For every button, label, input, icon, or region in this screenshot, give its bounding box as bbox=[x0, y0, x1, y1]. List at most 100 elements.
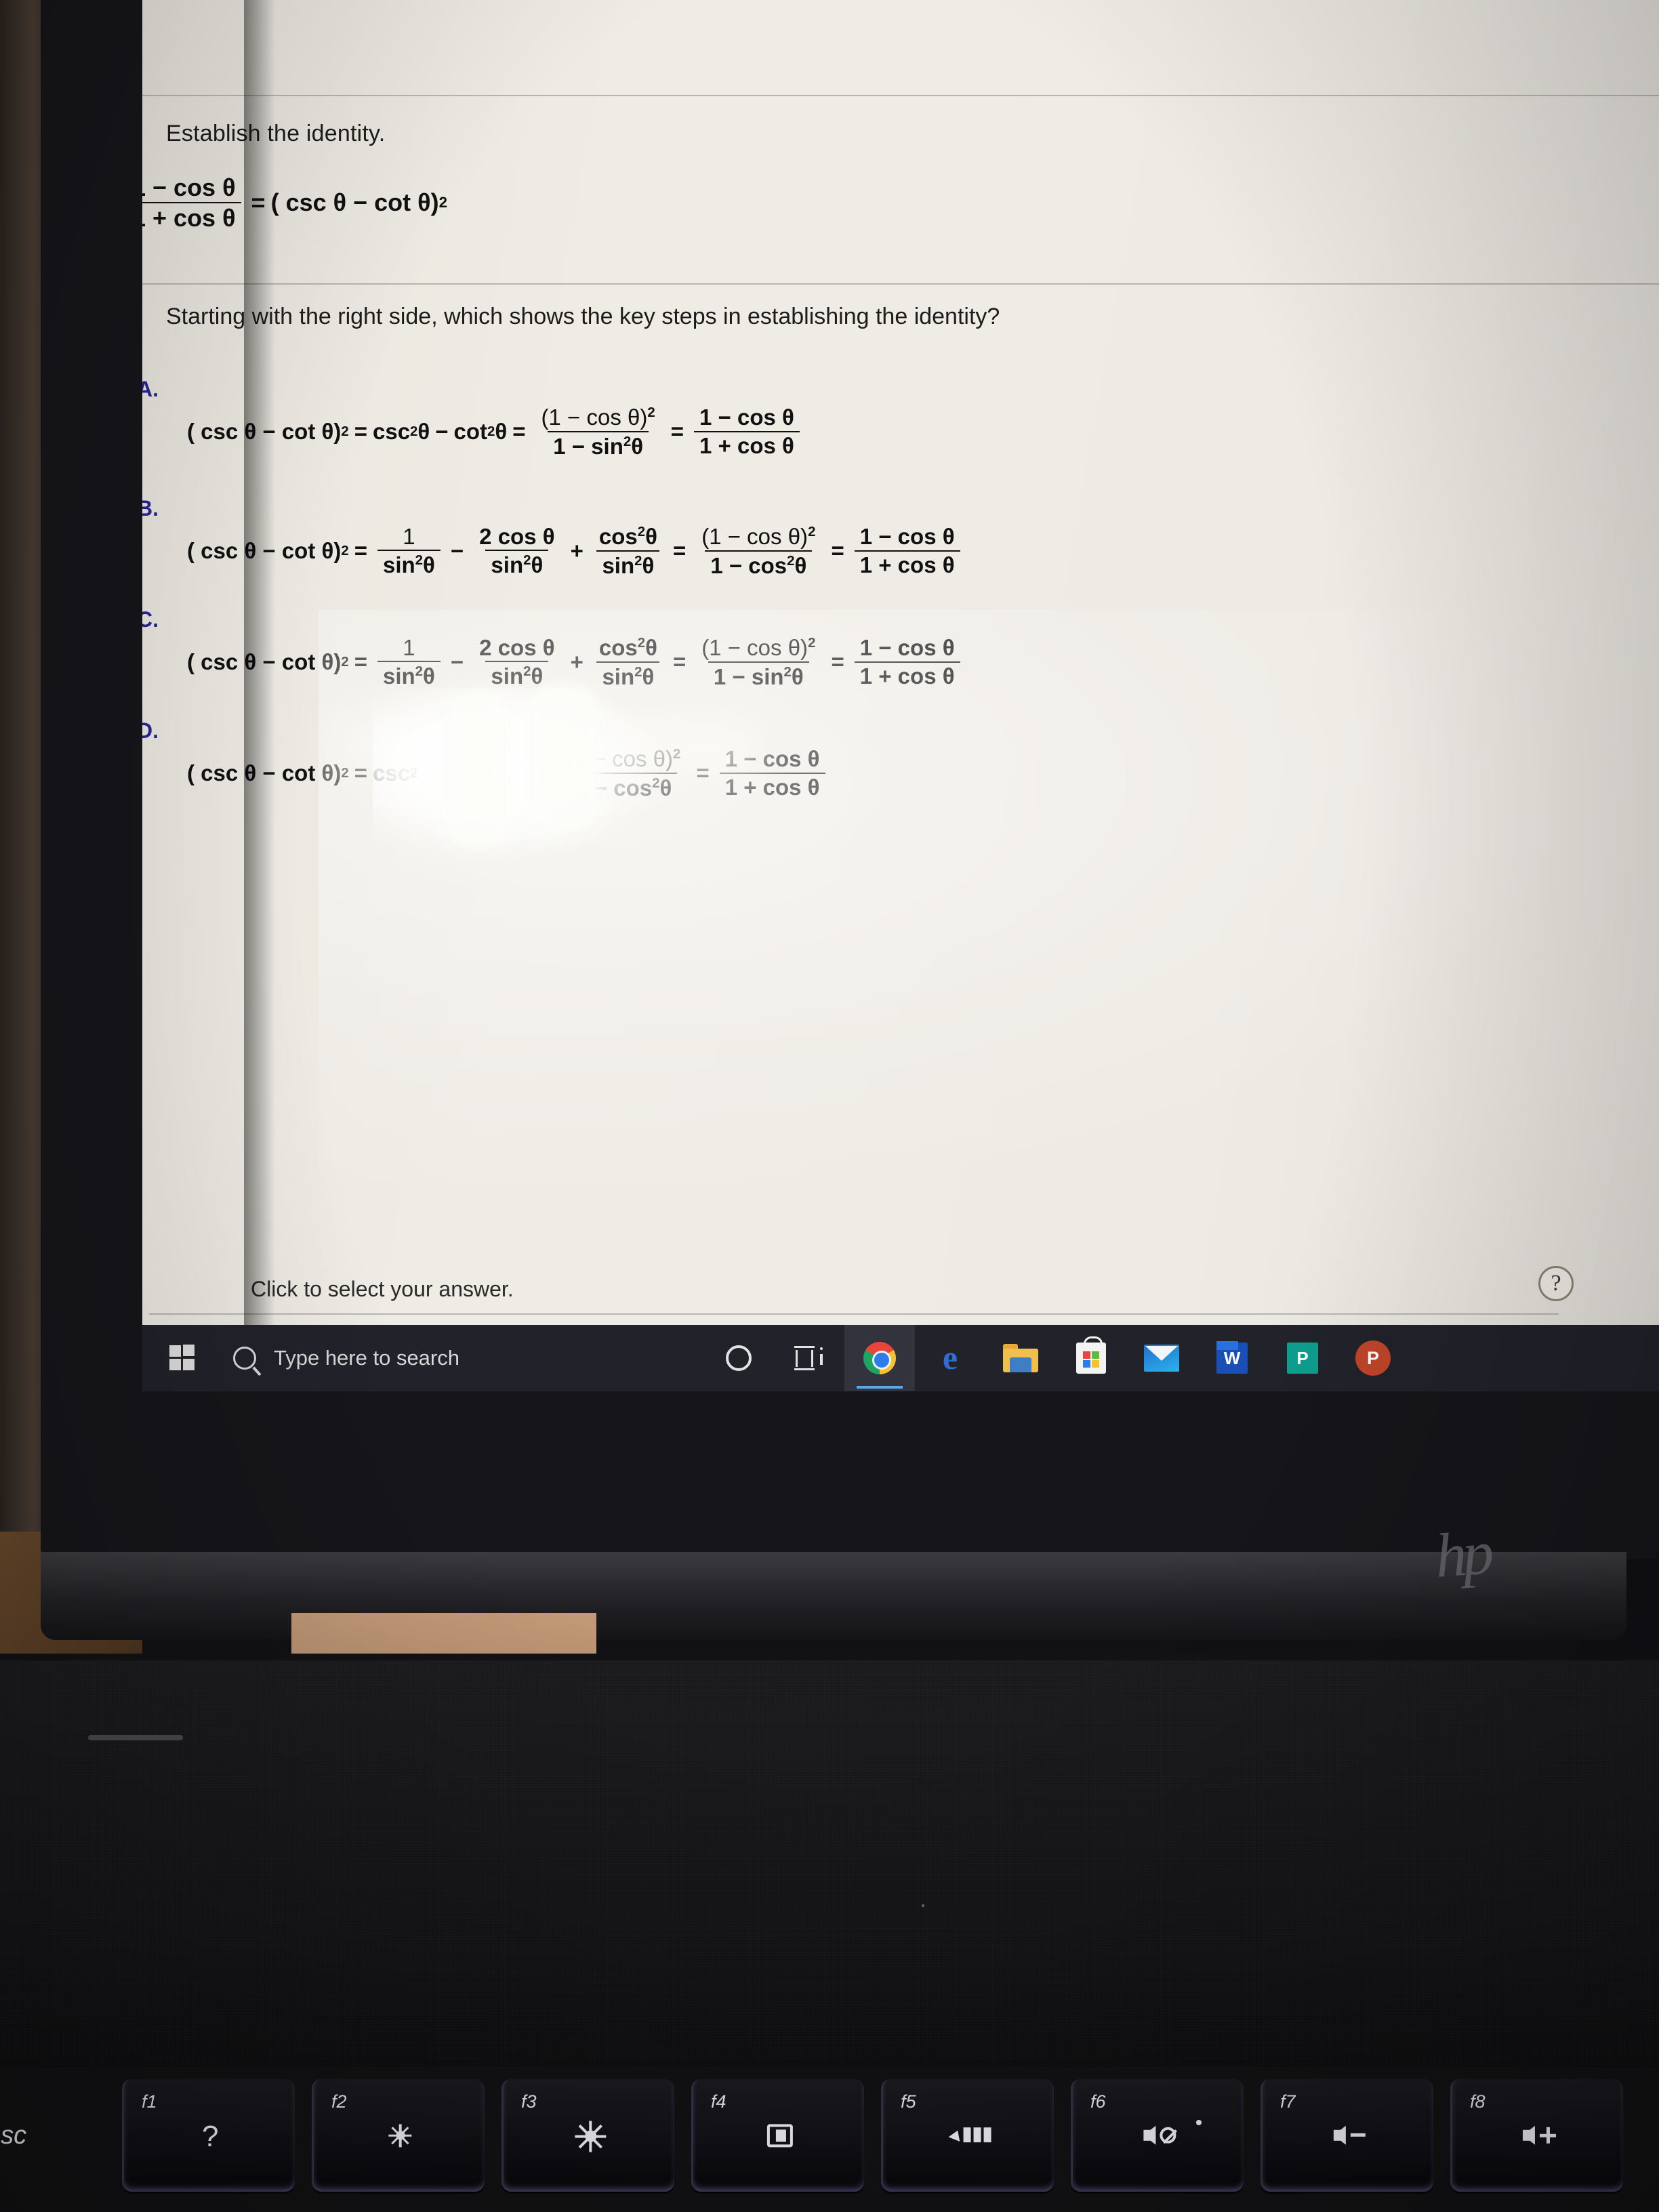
a-fraction-2: 1 − cos θ 1 + cos θ bbox=[694, 405, 800, 458]
d-f1-num: (1 − cos θ) bbox=[567, 746, 674, 771]
c-f2-num: 1 − cos θ bbox=[859, 635, 955, 660]
c-fc-den: sin bbox=[602, 663, 635, 689]
key-f6[interactable]: f6 bbox=[1071, 2079, 1244, 2192]
c-f1-num: (1 − cos θ) bbox=[701, 635, 808, 660]
option-c-letter: C. bbox=[142, 607, 159, 632]
b-fc-den-exp: 2 bbox=[634, 552, 642, 569]
c-fc-num-var: θ bbox=[645, 635, 657, 660]
a-f2-num: 1 − cos θ bbox=[699, 405, 794, 430]
a-f1-num: (1 − cos θ) bbox=[541, 405, 648, 430]
identity-denominator: 1 + cos θ bbox=[142, 201, 241, 231]
d-eq1: = bbox=[354, 760, 367, 786]
key-f3-label: f3 bbox=[521, 2091, 537, 2112]
b-head-exp: 2 bbox=[341, 543, 349, 559]
d-f2-den: 1 + cos θ bbox=[719, 772, 825, 800]
c-fraction-a: 1 sin2θ bbox=[377, 636, 441, 689]
b-f2-den: 1 + cos θ bbox=[854, 550, 960, 577]
key-f8[interactable]: f8 bbox=[1450, 2079, 1623, 2192]
option-d-equation: ( csc θ − cot θ)2 = csc2 cot = (1 − cos … bbox=[187, 747, 830, 800]
help-button[interactable]: ? bbox=[1538, 1266, 1574, 1301]
c-fa-den-var: θ bbox=[423, 663, 435, 689]
d-term-obscured: cot bbox=[459, 760, 493, 786]
start-button[interactable] bbox=[142, 1345, 224, 1372]
b-fa-den-exp: 2 bbox=[415, 552, 424, 569]
c-f2-den: 1 + cos θ bbox=[854, 661, 960, 689]
display-left-shadow bbox=[244, 0, 275, 1325]
powerpoint-online-button[interactable]: P bbox=[1338, 1325, 1408, 1391]
task-view-icon bbox=[794, 1346, 824, 1370]
file-explorer-icon bbox=[1003, 1344, 1038, 1372]
a-term1-exp: 2 bbox=[410, 424, 418, 440]
key-f4[interactable]: f4 bbox=[691, 2079, 864, 2192]
a-head-exp: 2 bbox=[341, 424, 349, 440]
a-eq1: = bbox=[354, 419, 367, 445]
b-fc-den: sin bbox=[602, 552, 635, 578]
edge-taskbar-button[interactable]: e bbox=[915, 1325, 985, 1391]
a-f2-den: 1 + cos θ bbox=[694, 430, 800, 458]
b-fa-num: 1 bbox=[403, 523, 415, 549]
help-question-icon: ? bbox=[201, 2119, 219, 2153]
c-eq3: = bbox=[831, 649, 844, 675]
b-f1-den-var: θ bbox=[794, 552, 807, 578]
laptop-palmrest bbox=[0, 1660, 1659, 2067]
c-fc-den-exp: 2 bbox=[634, 663, 642, 680]
d-fraction-1: (1 − cos θ)2 1 − cos2θ bbox=[561, 747, 686, 800]
task-view-button[interactable] bbox=[774, 1325, 844, 1391]
brightness-up-icon bbox=[575, 2121, 607, 2152]
volume-down-icon bbox=[1333, 2125, 1366, 2145]
file-explorer-button[interactable] bbox=[985, 1325, 1056, 1391]
b-f1-den-exp: 2 bbox=[787, 552, 795, 569]
a-term2-exp: 2 bbox=[487, 424, 495, 440]
windows-taskbar: Type here to search e W P P bbox=[142, 1325, 1659, 1391]
c-f1-num-exp: 2 bbox=[808, 635, 816, 651]
chrome-taskbar-button[interactable] bbox=[844, 1325, 915, 1391]
powerpoint-button[interactable]: P bbox=[1267, 1325, 1338, 1391]
option-a-equation: ( csc θ − cot θ)2 = csc2θ − cot2θ = (1 −… bbox=[187, 405, 804, 458]
b-fc-num-var: θ bbox=[645, 524, 657, 549]
c-fb-den-exp: 2 bbox=[523, 663, 531, 680]
b-fb-den-var: θ bbox=[531, 552, 544, 578]
a-term2-var: θ bbox=[495, 419, 508, 445]
c-fraction-2: 1 − cos θ 1 + cos θ bbox=[854, 635, 960, 689]
option-b-equation: ( csc θ − cot θ)2 = 1 sin2θ − 2 cos θ si… bbox=[187, 525, 965, 577]
homework-page: Establish the identity. 1 − cos θ 1 + co… bbox=[142, 0, 1659, 1315]
c-f1-den: 1 − sin bbox=[713, 663, 784, 689]
identity-right-side: ( csc θ − cot θ) bbox=[270, 188, 439, 217]
key-f1[interactable]: f1 ? bbox=[122, 2079, 295, 2192]
laptop-lid-bottom bbox=[41, 1552, 1626, 1640]
taskbar-search-box[interactable]: Type here to search bbox=[224, 1346, 459, 1370]
divider-bottom bbox=[149, 1313, 1559, 1315]
word-button[interactable]: W bbox=[1197, 1325, 1267, 1391]
microsoft-store-button[interactable] bbox=[1056, 1325, 1126, 1391]
key-f3[interactable]: f3 bbox=[501, 2079, 674, 2192]
mail-button[interactable] bbox=[1126, 1325, 1197, 1391]
b-fc-num-exp: 2 bbox=[637, 524, 646, 539]
c-fraction-1: (1 − cos θ)2 1 − sin2θ bbox=[696, 636, 821, 689]
key-f5-label: f5 bbox=[901, 2091, 916, 2112]
volume-up-icon bbox=[1522, 2125, 1556, 2145]
c-fa-num: 1 bbox=[403, 634, 415, 660]
c-head-exp: 2 bbox=[341, 654, 349, 670]
key-f4-label: f4 bbox=[711, 2091, 726, 2112]
key-esc[interactable]: esc bbox=[0, 2079, 98, 2192]
display-switch-icon bbox=[766, 2124, 793, 2148]
a-f1-den-var: θ bbox=[631, 433, 644, 459]
key-f7[interactable]: f7 bbox=[1261, 2079, 1433, 2192]
a-eq2: = bbox=[512, 419, 526, 445]
edge-icon: e bbox=[942, 1338, 958, 1377]
windows-logo-icon bbox=[169, 1345, 197, 1372]
search-placeholder: Type here to search bbox=[274, 1346, 459, 1370]
cortana-button[interactable] bbox=[703, 1325, 774, 1391]
a-f1-den-exp: 2 bbox=[623, 433, 632, 449]
c-eq2: = bbox=[672, 649, 687, 675]
d-f2-num: 1 − cos θ bbox=[724, 746, 820, 771]
b-fc-den-var: θ bbox=[642, 552, 655, 578]
key-f5[interactable]: f5 bbox=[881, 2079, 1054, 2192]
word-icon: W bbox=[1216, 1343, 1248, 1374]
chrome-icon bbox=[863, 1342, 896, 1374]
d-fraction-2: 1 − cos θ 1 + cos θ bbox=[719, 746, 825, 800]
key-f2[interactable]: f2 bbox=[312, 2079, 485, 2192]
d-f1-num-exp: 2 bbox=[673, 746, 681, 762]
page-title: Establish the identity. bbox=[166, 121, 386, 146]
volume-mute-icon bbox=[1143, 2125, 1176, 2145]
